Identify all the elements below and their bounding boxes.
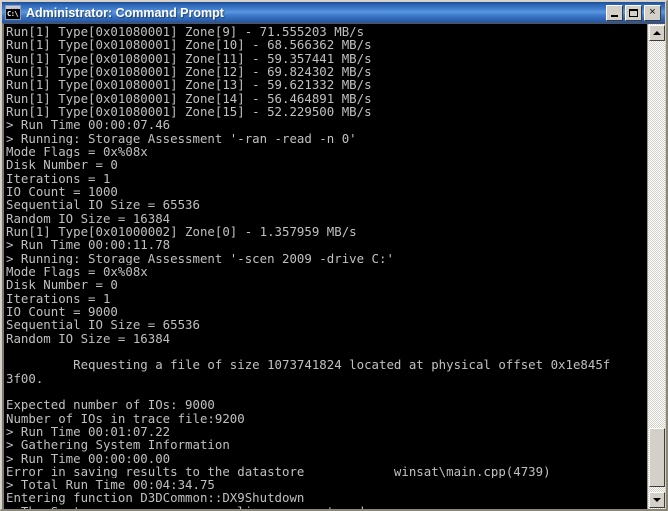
console-line: Iterations = 1 [6,291,111,305]
console-line: Entering function D3DCommon::DX9Shutdown [6,491,305,505]
console-line: Run[1] Type[0x01080001] Zone[12] - 69.82… [6,64,372,79]
console-line: > The System processor power policy was … [6,505,647,509]
console-line: Run[1] Type[0x01000002] Zone[0] - 1.3579… [6,224,357,239]
console-line: Sequential IO Size = 65536 [6,318,200,332]
console-line: Number of IOs in trace file:9200 [6,411,245,425]
chevron-down-icon [653,498,661,502]
maximize-icon [629,8,638,17]
close-button[interactable]: × [644,4,661,21]
maximize-button[interactable] [625,4,642,21]
minimize-icon [611,14,618,17]
scrollbar-thumb[interactable] [649,428,665,487]
window-controls: × [606,4,665,21]
console-line: Expected number of IOs: 9000 [6,398,215,412]
console-line: Run[1] Type[0x01080001] Zone[11] - 59.35… [6,51,372,65]
console-line: > Run Time 00:01:07.22 [6,424,171,439]
console-line: > Gathering System Information [6,438,230,452]
console-line: IO Count = 1000 [6,184,118,199]
close-icon: × [649,6,656,18]
console-line: Run[1] Type[0x01080001] Zone[10] - 68.56… [6,38,372,52]
console-line: > Running: Storage Assessment '-scen 200… [6,251,394,265]
vertical-scrollbar[interactable] [647,24,665,509]
scroll-down-button[interactable] [649,492,665,508]
console-line: > Run Time 00:00:00.00 [6,451,171,465]
console-line: > Total Run Time 00:04:34.75 [6,478,215,492]
console-line: Disk Number = 0 [6,278,118,292]
console-line: Run[1] Type[0x01080001] Zone[15] - 52.22… [6,104,372,119]
console-line: IO Count = 9000 [6,304,118,319]
console-line: Random IO Size = 16384 [6,211,171,225]
console-line: Mode Flags = 0x%08x [6,144,148,159]
console-line: Iterations = 1 [6,171,111,185]
title-bar-left-group: ••• C:\ Administrator: Command Prompt [2,5,606,20]
console-line: > Running: Storage Assessment '-ran -rea… [6,131,357,145]
chevron-up-icon [653,31,661,35]
console-line: Disk Number = 0 [6,158,118,172]
console-line: Mode Flags = 0x%08x [6,264,148,279]
console-output[interactable]: Run[1] Type[0x01080001] Zone[9] - 71.555… [6,24,647,509]
minimize-button[interactable] [606,4,623,21]
console-line: 3f00. [6,371,44,385]
console-line: Run[1] Type[0x01080001] Zone[13] - 59.62… [6,78,372,92]
console-line: Sequential IO Size = 65536 [6,198,200,212]
scroll-up-button[interactable] [649,25,665,41]
console-client-area: Run[1] Type[0x01080001] Zone[9] - 71.555… [2,23,665,509]
console-line: Error in saving results to the datastore… [6,464,551,479]
window-title-bar[interactable]: ••• C:\ Administrator: Command Prompt × [2,2,665,23]
window-title-text: Administrator: Command Prompt [26,5,224,20]
console-line: > Run Time 00:00:11.78 [6,238,171,252]
console-icon-prompt-glyph: C:\ [7,10,19,18]
command-prompt-window: ••• C:\ Administrator: Command Prompt × … [0,0,668,511]
console-line: Run[1] Type[0x01080001] Zone[9] - 71.555… [6,25,365,39]
console-line: Random IO Size = 16384 [6,331,171,345]
console-line: > Run Time 00:00:07.46 [6,118,171,132]
console-icon[interactable]: ••• C:\ [5,5,21,20]
console-line: Requesting a file of size 1073741824 loc… [6,358,611,372]
console-line: Run[1] Type[0x01080001] Zone[14] - 56.46… [6,91,372,105]
